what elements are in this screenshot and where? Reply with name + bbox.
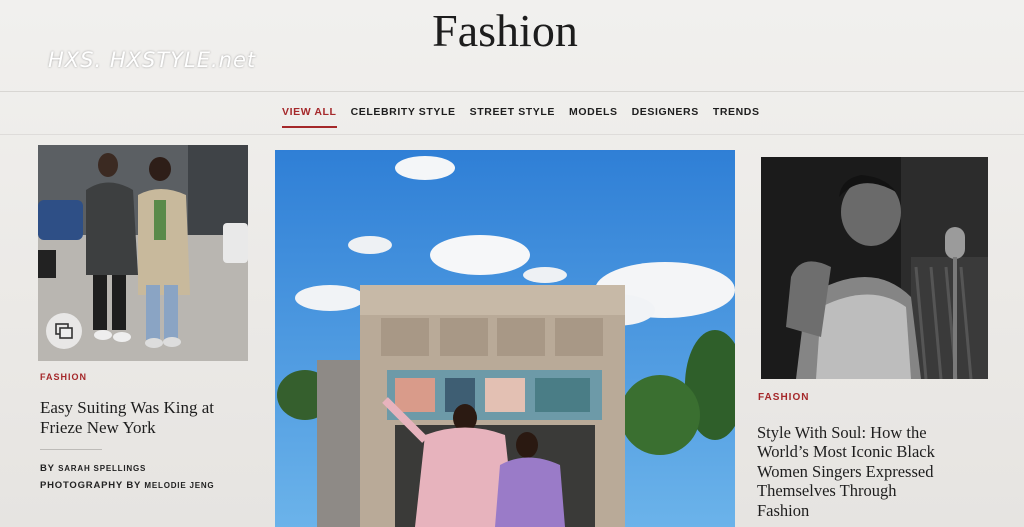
byline-photo: PHOTOGRAPHY BY — [40, 479, 141, 491]
story-image-street-style[interactable] — [38, 145, 248, 361]
card-kicker[interactable]: FASHION — [758, 392, 809, 403]
headline-line: Fashion — [757, 500, 810, 520]
byline-divider — [40, 449, 102, 450]
screen: HXS. HXSTYLE.net Fashion VIEW ALL CELEBR… — [0, 0, 1024, 527]
nav-item-trends[interactable]: TRENDS — [713, 106, 760, 128]
nav-item-celebrity-style[interactable]: CELEBRITY STYLE — [351, 106, 456, 128]
card-kicker[interactable]: FASHION — [40, 372, 87, 382]
story-image-center[interactable] — [275, 150, 735, 527]
byline-by: BY — [40, 463, 55, 474]
headline-line: Easy Suiting Was King at — [40, 398, 214, 417]
byline-author[interactable]: SARAH SPELLINGS — [58, 464, 146, 473]
gallery-badge[interactable] — [46, 313, 82, 349]
story-image-singer[interactable] — [761, 157, 988, 379]
nav-item-designers[interactable]: DESIGNERS — [632, 106, 699, 128]
nav-item-view-all[interactable]: VIEW ALL — [282, 106, 337, 128]
headline-line: Themselves Through — [757, 481, 897, 501]
center-photo — [275, 150, 735, 527]
card-headline[interactable]: Easy Suiting Was King at Frieze New York — [40, 398, 214, 437]
headline-line: Women Singers Expressed — [757, 461, 934, 481]
category-nav: VIEW ALL CELEBRITY STYLE STREET STYLE MO… — [282, 106, 760, 128]
headline-line: World’s Most Iconic Black — [757, 442, 935, 462]
byline: BY SARAH SPELLINGS PHOTOGRAPHY BY MELODI… — [40, 461, 214, 494]
watermark: HXS. HXSTYLE.net — [48, 48, 257, 72]
headline-line: Frieze New York — [40, 417, 156, 437]
nav-item-street-style[interactable]: STREET STYLE — [470, 106, 555, 128]
header-divider — [0, 91, 1024, 92]
card-headline[interactable]: Style With Soul: How the World’s Most Ic… — [757, 423, 935, 520]
byline-photographer[interactable]: MELODIE JENG — [144, 481, 214, 490]
singer-photo — [761, 157, 988, 379]
headline-line: Style With Soul: How the — [757, 423, 927, 442]
nav-item-models[interactable]: MODELS — [569, 106, 618, 128]
nav-divider — [0, 134, 1024, 135]
gallery-icon — [55, 323, 73, 339]
